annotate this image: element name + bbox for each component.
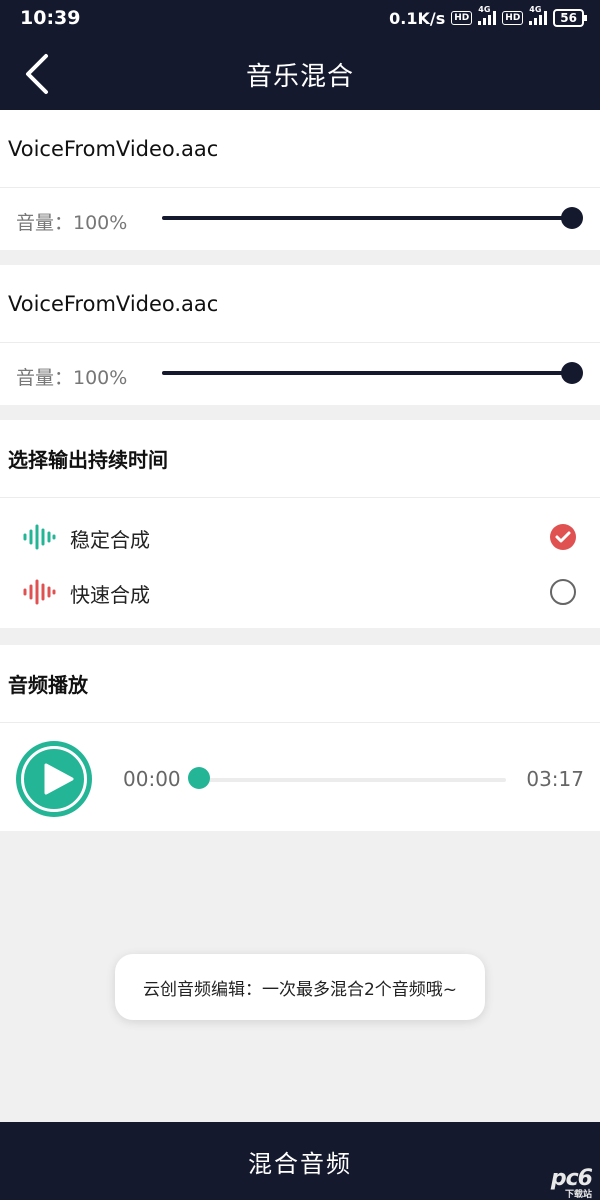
status-indicators: 0.1K/s HD 4G HD 4G 56	[389, 5, 587, 28]
volume-slider[interactable]	[162, 207, 583, 229]
battery-icon: 56	[553, 9, 587, 27]
status-time: 10:39	[20, 7, 81, 29]
waveform-icon	[23, 579, 56, 605]
signal-network-label: 4G	[478, 5, 491, 14]
volume-row: 音量：100%	[0, 343, 600, 405]
nav-bar: 音乐混合	[0, 36, 600, 110]
volume-row: 音量：100%	[0, 188, 600, 250]
playback-card: 音频播放 00:00 03:17	[0, 645, 600, 831]
volume-slider-fill	[162, 371, 572, 375]
playback-progress-thumb[interactable]	[188, 767, 210, 789]
signal-network-label-2: 4G	[529, 5, 542, 14]
unchecked-radio-icon[interactable]	[550, 579, 576, 605]
option-label: 稳定合成	[70, 528, 150, 552]
watermark-logo: pc6 下载站	[551, 1166, 593, 1200]
volume-label: 音量：100%	[16, 212, 128, 234]
hd-badge-2: HD	[502, 11, 524, 25]
play-icon	[44, 763, 74, 795]
option-fast-synthesis[interactable]: 快速合成	[0, 565, 600, 619]
volume-slider[interactable]	[162, 362, 583, 384]
track-name: VoiceFromVideo.aac	[0, 265, 600, 343]
duration-card: 选择输出持续时间 稳定合成 快速合成	[0, 420, 600, 628]
volume-slider-fill	[162, 216, 572, 220]
waveform-icon	[23, 524, 56, 550]
volume-slider-thumb[interactable]	[561, 362, 583, 384]
current-time: 00:00	[123, 767, 181, 791]
status-bar: 10:39 0.1K/s HD 4G HD 4G 56	[0, 0, 600, 36]
checked-radio-icon[interactable]	[550, 524, 576, 550]
player-row: 00:00 03:17	[0, 723, 600, 831]
page-title: 音乐混合	[245, 62, 354, 92]
option-stable-synthesis[interactable]: 稳定合成	[0, 510, 600, 564]
play-button[interactable]	[16, 741, 92, 817]
toast-message: 云创音频编辑：一次最多混合2个音频哦~	[115, 954, 485, 1020]
section-title: 选择输出持续时间	[0, 420, 600, 498]
hd-badge: HD	[451, 11, 473, 25]
option-label: 快速合成	[70, 583, 150, 607]
net-speed: 0.1K/s	[389, 8, 446, 28]
volume-slider-thumb[interactable]	[561, 207, 583, 229]
track-card: VoiceFromVideo.aac 音量：100%	[0, 265, 600, 405]
playback-progress-bar[interactable]	[208, 778, 506, 782]
track-name: VoiceFromVideo.aac	[0, 110, 600, 188]
signal-icon-2: 4G	[529, 5, 548, 25]
signal-icon: 4G	[478, 5, 497, 25]
section-title: 音频播放	[0, 645, 600, 723]
track-card: VoiceFromVideo.aac 音量：100%	[0, 110, 600, 250]
volume-label: 音量：100%	[16, 367, 128, 389]
total-time: 03:17	[526, 767, 584, 791]
mix-audio-button[interactable]: 混合音频	[0, 1122, 600, 1200]
